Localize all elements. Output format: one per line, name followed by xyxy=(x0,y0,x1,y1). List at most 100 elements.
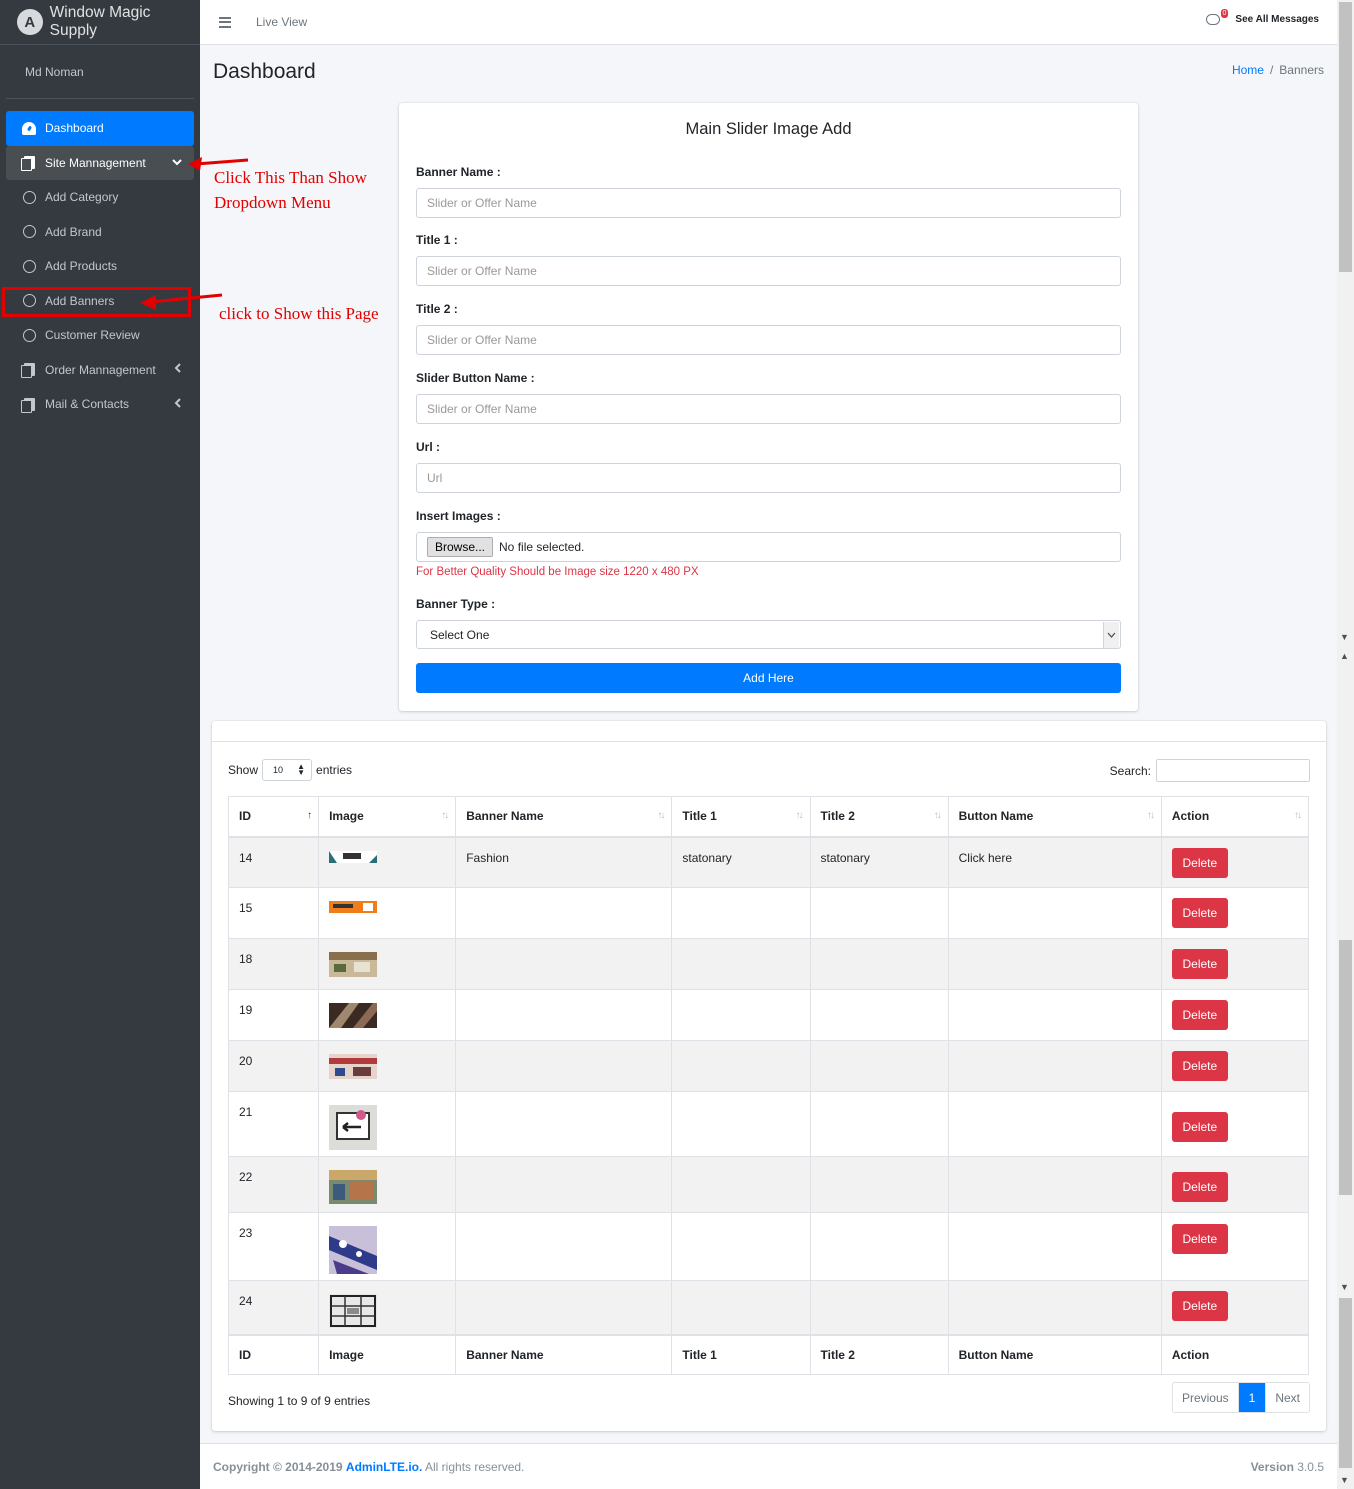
comments-icon[interactable]: 0 xyxy=(1206,9,1229,25)
adminlte-link[interactable]: AdminLTE.io. xyxy=(346,1460,422,1474)
scroll-down-arrow-icon[interactable]: ▼ xyxy=(1340,1475,1349,1485)
cell-title2 xyxy=(809,1091,949,1157)
cell-button-name xyxy=(947,1280,1162,1335)
breadcrumb-home-link[interactable]: Home xyxy=(1232,63,1264,77)
browse-button[interactable]: Browse... xyxy=(427,537,494,557)
column-header-id[interactable]: ID ↑ xyxy=(227,796,320,838)
cell-banner-name xyxy=(455,887,673,939)
cell-title1 xyxy=(671,1040,811,1092)
page-scrollbar[interactable]: ▼ ▲ ▼ ▼ xyxy=(1337,0,1354,1489)
image-size-hint: For Better Quality Should be Image size … xyxy=(416,566,699,578)
delete-button[interactable]: Delete xyxy=(1171,1112,1228,1142)
delete-button[interactable]: Delete xyxy=(1171,1051,1228,1081)
entries-length-control: Show 10 ▲ ▼ entries xyxy=(228,759,352,781)
cell-title2 xyxy=(809,887,949,939)
pagination: Previous 1 Next xyxy=(1171,1382,1310,1413)
delete-button[interactable]: Delete xyxy=(1171,949,1228,979)
cell-banner-name xyxy=(455,1040,673,1092)
banner-type-select[interactable]: Select One xyxy=(416,620,1121,649)
entries-length-value: 10 xyxy=(273,765,284,775)
delete-button[interactable]: Delete xyxy=(1171,1291,1228,1321)
cell-image xyxy=(318,938,457,990)
column-header-label: Title 2 xyxy=(820,809,855,824)
table-info: Showing 1 to 9 of 9 entries xyxy=(228,1394,371,1408)
banner-name-input[interactable]: Slider or Offer Name xyxy=(416,188,1121,218)
column-header-label: Action xyxy=(1171,809,1210,824)
column-header-title1[interactable]: Title 1 ↑↓ xyxy=(671,796,811,838)
cell-button-name xyxy=(947,1156,1162,1213)
banners-table: ID ↑ Image ↑↓ Banner Name ↑↓ Title 1 ↑↓ Titl… xyxy=(227,796,1310,1375)
scrollbar-thumb-middle[interactable] xyxy=(1339,940,1352,1195)
image-file-input[interactable]: Browse... No file selected. xyxy=(416,532,1121,562)
cell-title2 xyxy=(809,938,949,990)
title2-input[interactable]: Slider or Offer Name xyxy=(416,325,1121,355)
column-header-image[interactable]: Image ↑↓ xyxy=(318,796,457,838)
delete-button[interactable]: Delete xyxy=(1171,1172,1228,1202)
cell-id: 21 xyxy=(227,1091,320,1157)
scroll-up-arrow-icon[interactable]: ▲ xyxy=(1340,651,1349,661)
slider-button-name-label: Slider Button Name : xyxy=(416,371,535,385)
entries-length-select[interactable]: 10 ▲ ▼ xyxy=(262,759,313,781)
breadcrumb-current: Banners xyxy=(1279,63,1324,77)
sort-icon: ↑↓ xyxy=(795,810,804,821)
footer-header-button-name: Button Name xyxy=(947,1333,1162,1375)
title1-input[interactable]: Slider or Offer Name xyxy=(416,256,1121,286)
cell-banner-name xyxy=(455,1212,673,1281)
cell-action: Delete xyxy=(1160,989,1310,1041)
sort-asc-icon: ↑ xyxy=(307,810,312,821)
table-row: 21 Delete xyxy=(227,1091,1310,1157)
delete-button[interactable]: Delete xyxy=(1171,1224,1228,1254)
banner-thumbnail xyxy=(329,1105,378,1150)
delete-button[interactable]: Delete xyxy=(1171,898,1228,928)
copyright-text: Copyright © 2014-2019 xyxy=(213,1459,343,1474)
title2-label: Title 2 : xyxy=(416,302,458,316)
cell-id: 18 xyxy=(227,938,320,990)
scrollbar-thumb-top[interactable] xyxy=(1339,2,1352,272)
messages-area: 0 See All Messages xyxy=(1206,9,1319,25)
previous-page-button[interactable]: Previous xyxy=(1173,1383,1239,1412)
delete-button[interactable]: Delete xyxy=(1171,847,1228,878)
scroll-down-arrow-icon[interactable]: ▼ xyxy=(1340,632,1349,642)
column-header-title2[interactable]: Title 2 ↑↓ xyxy=(809,796,949,838)
cell-image xyxy=(318,1212,457,1281)
column-header-banner-name[interactable]: Banner Name ↑↓ xyxy=(455,796,673,838)
search-input[interactable] xyxy=(1156,759,1310,782)
cell-title2 xyxy=(809,1280,949,1335)
cell-title2 xyxy=(809,989,949,1041)
annotation-line: Click This Than Show xyxy=(214,168,367,187)
cell-button-name xyxy=(947,938,1162,990)
scroll-down-arrow-icon[interactable]: ▼ xyxy=(1340,1282,1349,1292)
delete-button[interactable]: Delete xyxy=(1171,1000,1228,1030)
cell-title1 xyxy=(671,938,811,990)
page-1-button[interactable]: 1 xyxy=(1238,1383,1266,1412)
sort-icon: ↑↓ xyxy=(1294,810,1302,821)
cell-title2 xyxy=(809,1156,949,1213)
column-header-button-name[interactable]: Button Name ↑↓ xyxy=(947,796,1162,838)
entries-label: entries xyxy=(316,763,353,777)
banner-type-label: Banner Type : xyxy=(416,597,496,611)
banner-thumbnail xyxy=(329,1054,378,1079)
column-header-action[interactable]: Action ↑↓ xyxy=(1160,796,1310,838)
url-input[interactable]: Url xyxy=(416,463,1121,493)
cell-button-name: Click here xyxy=(947,836,1162,888)
cell-id: 15 xyxy=(227,887,320,939)
search-label: Search: xyxy=(1109,763,1151,778)
chevron-down-icon[interactable] xyxy=(1103,622,1119,648)
cell-id: 23 xyxy=(227,1212,320,1281)
next-page-button[interactable]: Next xyxy=(1265,1383,1309,1412)
cell-banner-name xyxy=(455,938,673,990)
title1-label: Title 1 : xyxy=(416,233,458,247)
banner-form-card: Main Slider Image Add Banner Name : Slid… xyxy=(399,103,1138,711)
cell-image xyxy=(318,1156,457,1213)
cell-image xyxy=(318,989,457,1041)
table-row: 20 Delete xyxy=(227,1040,1310,1092)
scrollbar-thumb-bottom[interactable] xyxy=(1339,1298,1352,1468)
see-all-messages-link[interactable]: See All Messages xyxy=(1235,14,1319,25)
cell-banner-name xyxy=(455,1156,673,1213)
slider-button-name-input[interactable]: Slider or Offer Name xyxy=(416,394,1121,424)
sidebar-item-order-management[interactable]: Order Mannagement xyxy=(6,353,194,388)
add-here-button[interactable]: Add Here xyxy=(416,663,1121,693)
sidebar-item-mail-contacts[interactable]: Mail & Contacts xyxy=(6,387,194,422)
cell-banner-name xyxy=(455,989,673,1041)
sort-updown-icon: ▲ ▼ xyxy=(297,762,306,777)
